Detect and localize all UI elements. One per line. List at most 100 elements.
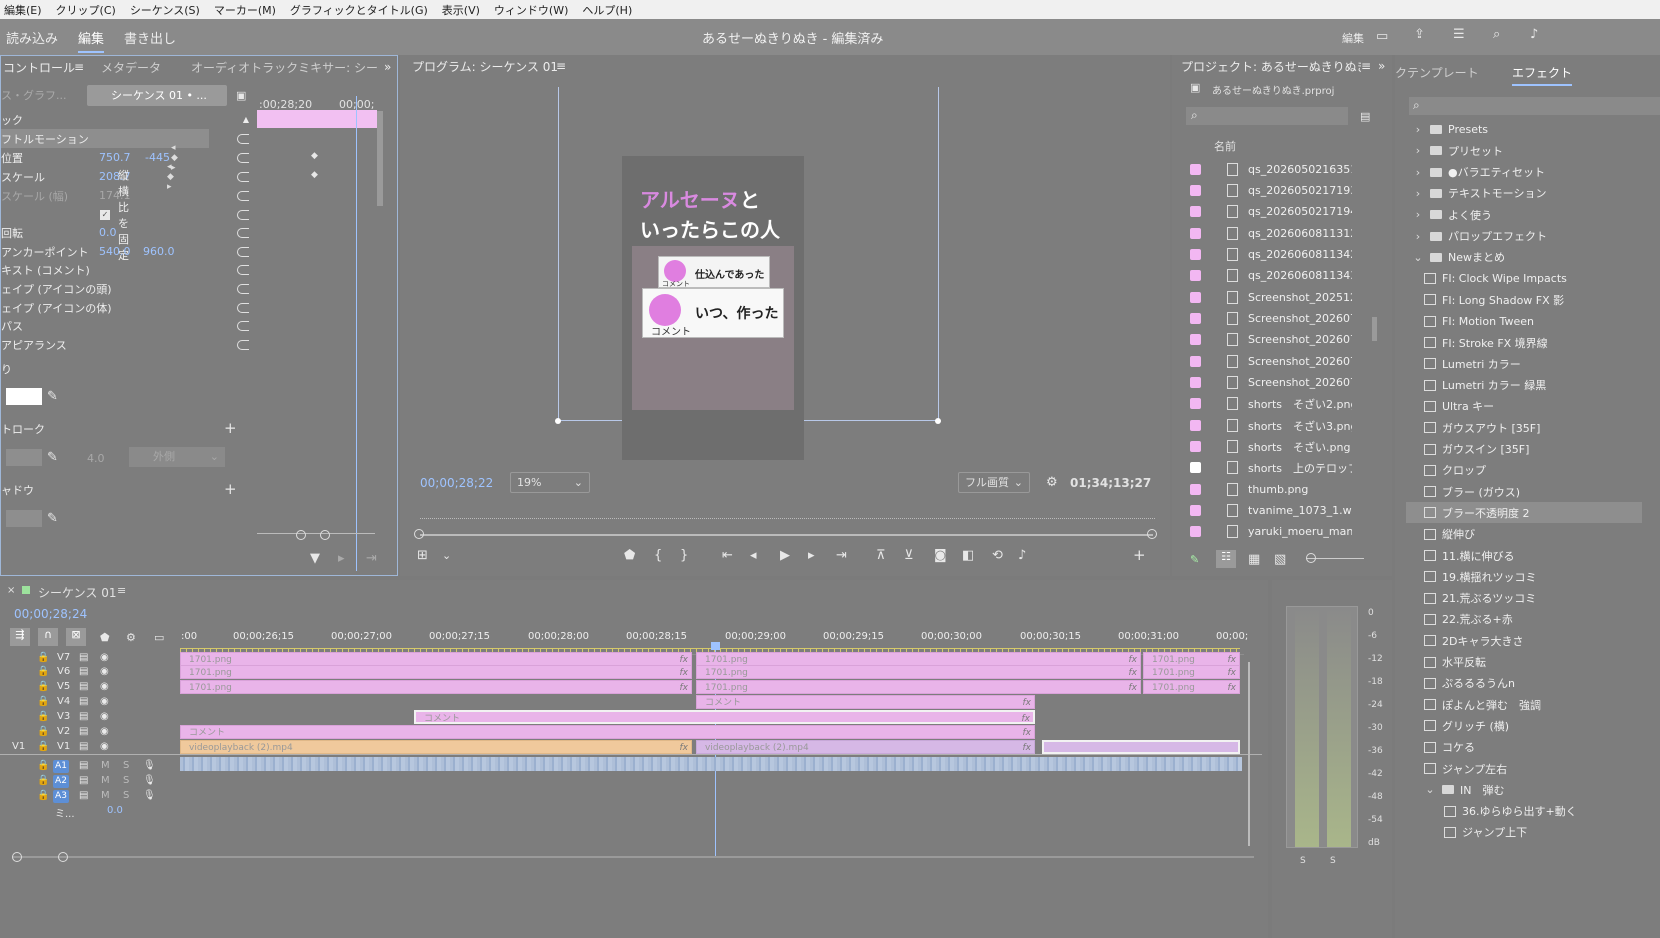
chevron-right-icon[interactable]: › bbox=[1412, 123, 1424, 136]
go-to-out-icon[interactable]: ⇥ bbox=[836, 549, 847, 562]
sync-icon[interactable]: ▤ bbox=[79, 681, 88, 692]
project-item[interactable]: qs_20260608113426 bbox=[1190, 244, 1352, 265]
tab-edit[interactable]: 編集 bbox=[78, 28, 105, 53]
ec-layer-row[interactable]: ェイプ (アイコンの体) bbox=[1, 298, 112, 317]
tab-essential-templates[interactable]: クテンプレート bbox=[1395, 64, 1479, 81]
mark-out-icon[interactable]: } bbox=[680, 549, 688, 562]
sync-icon[interactable]: ▤ bbox=[79, 775, 88, 786]
position-x[interactable]: 750.7 bbox=[99, 151, 131, 164]
ec-layer-row[interactable]: パス bbox=[1, 316, 23, 335]
effect-preset-item[interactable]: Ultra キー bbox=[1424, 396, 1660, 417]
sequence-selector[interactable]: シーケンス 01 • ... bbox=[87, 85, 227, 106]
timeline-clip[interactable]: 1701.png fx bbox=[696, 680, 1141, 694]
solo-right-button[interactable]: S bbox=[1330, 856, 1336, 866]
label-color-swatch[interactable] bbox=[1190, 228, 1201, 239]
go-to-in-icon[interactable]: ⇤ bbox=[722, 549, 733, 562]
mute-button[interactable]: M bbox=[101, 790, 110, 801]
lock-ratio-checkbox[interactable]: ✓ bbox=[100, 209, 110, 220]
mark-in-icon[interactable]: { bbox=[654, 549, 662, 562]
chevron-right-icon[interactable]: › bbox=[1412, 144, 1424, 157]
chevron-down-icon[interactable]: ⌄ bbox=[1424, 783, 1436, 796]
snap-icon[interactable]: ∩ bbox=[38, 628, 58, 646]
sync-icon[interactable]: ▤ bbox=[79, 726, 88, 737]
keyframe-icon[interactable]: ◆ bbox=[311, 169, 318, 182]
timeline-clip[interactable]: 1701.png fx bbox=[1143, 665, 1240, 679]
add-shadow-icon[interactable]: + bbox=[224, 482, 237, 497]
add-button-icon[interactable]: + bbox=[1133, 548, 1146, 563]
share-icon[interactable]: ⇪ bbox=[1414, 28, 1425, 41]
effect-folder-item[interactable]: › パロップエフェクト bbox=[1412, 226, 1660, 247]
label-color-swatch[interactable] bbox=[1190, 270, 1201, 281]
quality-dropdown[interactable]: フル画質 ⌄ bbox=[958, 472, 1030, 493]
reset-icon[interactable] bbox=[237, 153, 249, 163]
overflow-icon[interactable]: » bbox=[1378, 59, 1385, 73]
vr-icon[interactable]: ⟲ bbox=[992, 549, 1003, 562]
menu-clip[interactable]: クリップ(C) bbox=[56, 2, 116, 18]
label-color-swatch[interactable] bbox=[1190, 462, 1201, 473]
eye-icon[interactable]: ◉ bbox=[100, 681, 109, 692]
ec-zoom-bar[interactable] bbox=[257, 533, 375, 539]
sync-icon[interactable]: ▤ bbox=[79, 666, 88, 677]
fx-badge[interactable]: fx bbox=[680, 681, 689, 693]
effect-preset-item[interactable]: 19.横揺れツッコミ bbox=[1424, 566, 1660, 587]
effect-preset-item[interactable]: ぷるるるうんn bbox=[1424, 673, 1660, 694]
audio-track-label[interactable]: A1 bbox=[53, 760, 69, 773]
search-icon[interactable]: ⌕ bbox=[1493, 28, 1500, 41]
play-audio-icon[interactable]: ▸ bbox=[338, 552, 345, 565]
effect-preset-item[interactable]: ぽよんと弾む 強調 bbox=[1424, 694, 1660, 715]
project-search-input[interactable] bbox=[1186, 107, 1348, 125]
audio-track-label[interactable]: A3 bbox=[53, 790, 69, 803]
zoom-handle[interactable] bbox=[296, 530, 306, 540]
toggle-timeline-icon[interactable]: ▣ bbox=[236, 89, 246, 102]
reset-icon[interactable] bbox=[237, 284, 249, 294]
audio-waveform-clip[interactable] bbox=[180, 757, 1242, 771]
zoom-dropdown[interactable]: 19% ⌄ bbox=[510, 472, 590, 493]
chevron-down-icon[interactable]: ⌄ bbox=[442, 549, 451, 562]
track-label[interactable]: V3 bbox=[57, 711, 70, 722]
project-item[interactable]: Screenshot_2026071 bbox=[1190, 329, 1352, 350]
label-color-swatch[interactable] bbox=[1190, 185, 1201, 196]
reset-icon[interactable] bbox=[237, 228, 249, 238]
project-item[interactable]: Screenshot_2025121 bbox=[1190, 287, 1352, 308]
voiceover-icon[interactable]: 🎙 bbox=[143, 775, 156, 786]
timeline-clip[interactable]: コメント fx bbox=[696, 695, 1035, 709]
sync-icon[interactable]: ▤ bbox=[79, 711, 88, 722]
reset-icon[interactable] bbox=[237, 321, 249, 331]
extract-icon[interactable]: ⊻ bbox=[904, 549, 914, 562]
transform-handle[interactable] bbox=[555, 418, 561, 424]
keyframe-nav-icon[interactable]: ◂ ◆ ▸ bbox=[167, 162, 174, 192]
tab-metadata[interactable]: メタデータ bbox=[101, 59, 161, 76]
project-item[interactable]: qs_20260502163510 bbox=[1190, 159, 1352, 180]
overflow-icon[interactable]: » bbox=[384, 60, 391, 74]
fx-badge[interactable]: fx bbox=[1022, 712, 1031, 722]
solo-button[interactable]: S bbox=[123, 760, 129, 771]
solo-button[interactable]: S bbox=[123, 775, 129, 786]
timeline-clip[interactable]: 1701.png fx bbox=[1143, 680, 1240, 694]
tab-export[interactable]: 書き出し bbox=[124, 28, 176, 47]
anchor-y[interactable]: 960.0 bbox=[143, 245, 175, 258]
stroke-width[interactable]: 4.0 bbox=[87, 452, 105, 465]
effect-preset-item[interactable]: ジャンプ上下 bbox=[1444, 822, 1660, 843]
lock-icon[interactable]: 🔒 bbox=[37, 741, 49, 752]
chevron-right-icon[interactable]: › bbox=[1412, 187, 1424, 200]
eye-icon[interactable]: ◉ bbox=[100, 666, 109, 677]
stroke-color-swatch[interactable] bbox=[6, 449, 42, 466]
add-marker-icon[interactable]: ⬟ bbox=[100, 631, 110, 644]
fx-badge[interactable]: fx bbox=[680, 666, 689, 678]
label-color-swatch[interactable] bbox=[1190, 292, 1201, 303]
effect-preset-item[interactable]: Lumetri カラー bbox=[1424, 353, 1660, 374]
lock-icon[interactable]: 🔒 bbox=[37, 681, 49, 692]
track-label[interactable]: V7 bbox=[57, 652, 70, 663]
label-color-swatch[interactable] bbox=[1190, 356, 1201, 367]
compare-icon[interactable]: ◧ bbox=[962, 549, 974, 562]
eye-icon[interactable]: ◉ bbox=[100, 741, 109, 752]
chevron-right-icon[interactable]: › bbox=[1412, 230, 1424, 243]
tab-effects[interactable]: エフェクト bbox=[1512, 64, 1573, 86]
solo-button[interactable]: S bbox=[123, 790, 129, 801]
settings-icon[interactable]: ⊞ bbox=[417, 549, 428, 562]
play-icon[interactable]: ▶ bbox=[780, 549, 790, 562]
ec-scrollbar[interactable] bbox=[377, 111, 383, 206]
project-item[interactable]: qs_20260608113129 bbox=[1190, 223, 1352, 244]
track-label[interactable]: V5 bbox=[57, 681, 70, 692]
marker-icon[interactable]: ⬟ bbox=[624, 549, 635, 562]
